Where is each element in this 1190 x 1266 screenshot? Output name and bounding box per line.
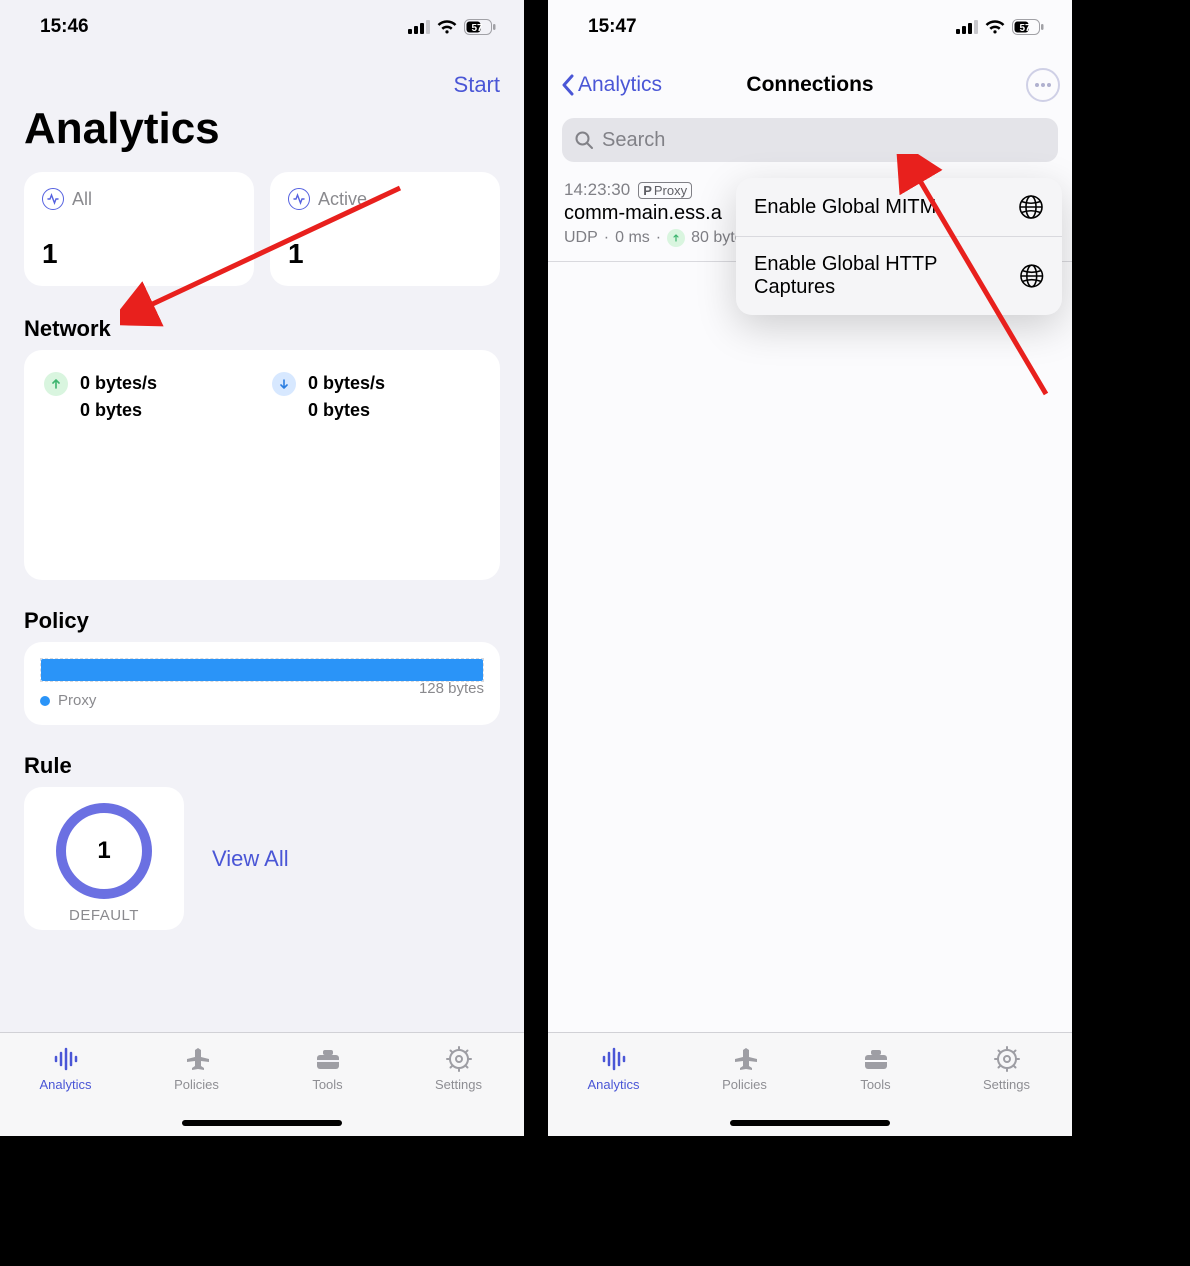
toolbox-icon — [860, 1043, 892, 1075]
tab-tools[interactable]: Tools — [262, 1043, 393, 1092]
cellular-icon — [956, 20, 978, 34]
back-button[interactable]: Analytics — [560, 73, 662, 97]
view-all-button[interactable]: View All — [212, 846, 289, 872]
upload-icon — [44, 372, 68, 396]
card-active-label: Active — [318, 189, 367, 210]
tab-settings[interactable]: Settings — [941, 1043, 1072, 1092]
rule-donut: 1 — [56, 803, 152, 899]
tab-policies[interactable]: Policies — [131, 1043, 262, 1092]
gear-icon — [991, 1043, 1023, 1075]
tab-bar: Analytics Policies Tools Settings — [0, 1032, 524, 1136]
globe-icon — [1018, 194, 1044, 220]
battery-icon: 57 — [464, 19, 496, 35]
rule-card-default[interactable]: 1 DEFAULT — [24, 787, 184, 930]
tab-tools[interactable]: Tools — [810, 1043, 941, 1092]
policy-bar — [41, 659, 483, 681]
wifi-icon — [436, 19, 458, 35]
card-all[interactable]: All 1 — [24, 172, 254, 286]
tab-settings[interactable]: Settings — [393, 1043, 524, 1092]
card-all-label: All — [72, 189, 92, 210]
section-policy-title: Policy — [0, 598, 524, 642]
wifi-icon — [984, 19, 1006, 35]
pulse-icon — [42, 188, 64, 210]
cellular-icon — [408, 20, 430, 34]
nav-bar: Analytics Connections — [548, 54, 1072, 112]
plane-icon — [729, 1043, 761, 1075]
policy-legend-label: Proxy — [58, 692, 96, 709]
search-placeholder: Search — [602, 129, 665, 152]
screen-connections: 15:47 57 Analytics Connections Search 14… — [548, 0, 1072, 1136]
page-title: Analytics — [0, 104, 524, 172]
nav-title: Connections — [746, 73, 873, 97]
network-download: 0 bytes/s 0 bytes — [308, 370, 385, 560]
analytics-icon — [50, 1043, 82, 1075]
svg-text:57: 57 — [1019, 23, 1031, 34]
tab-analytics[interactable]: Analytics — [0, 1043, 131, 1092]
download-icon — [272, 372, 296, 396]
status-time: 15:47 — [588, 16, 637, 38]
policy-card[interactable]: Proxy 128 bytes — [24, 642, 500, 725]
tab-policies[interactable]: Policies — [679, 1043, 810, 1092]
card-active[interactable]: Active 1 — [270, 172, 500, 286]
battery-icon: 57 — [1012, 19, 1044, 35]
home-indicator — [182, 1120, 342, 1126]
ellipsis-icon — [1034, 82, 1052, 88]
globe-icon — [1019, 263, 1045, 289]
search-input[interactable]: Search — [562, 118, 1058, 162]
network-card: 0 bytes/s 0 bytes 0 bytes/s 0 bytes — [24, 350, 500, 580]
menu-item-enable-http-captures[interactable]: Enable Global HTTP Captures — [736, 237, 1062, 315]
network-upload: 0 bytes/s 0 bytes — [80, 370, 157, 560]
status-icons: 57 — [408, 19, 496, 35]
svg-text:57: 57 — [471, 23, 483, 34]
section-network-title: Network — [0, 306, 524, 350]
search-icon — [574, 130, 594, 150]
plane-icon — [181, 1043, 213, 1075]
card-all-value: 1 — [42, 238, 236, 270]
pulse-icon — [288, 188, 310, 210]
tab-analytics[interactable]: Analytics — [548, 1043, 679, 1092]
chevron-left-icon — [560, 74, 576, 96]
start-button[interactable]: Start — [454, 72, 500, 97]
tab-bar: Analytics Policies Tools Settings — [548, 1032, 1072, 1136]
status-bar: 15:47 57 — [548, 0, 1072, 54]
conn-time: 14:23:30 — [564, 180, 630, 200]
screen-analytics: 15:46 57 Start Analytics All 1 Active — [0, 0, 524, 1136]
gear-icon — [443, 1043, 475, 1075]
up-mini-icon — [667, 229, 685, 247]
status-time: 15:46 — [40, 16, 89, 38]
home-indicator — [730, 1120, 890, 1126]
context-menu: Enable Global MITM Enable Global HTTP Ca… — [736, 178, 1062, 315]
proxy-badge: PProxy — [638, 182, 692, 199]
status-icons: 57 — [956, 19, 1044, 35]
nav-action-row: Start — [0, 54, 524, 104]
rule-label: DEFAULT — [69, 907, 139, 924]
status-bar: 15:46 57 — [0, 0, 524, 54]
more-button[interactable] — [1026, 68, 1060, 102]
toolbox-icon — [312, 1043, 344, 1075]
policy-bytes: 128 bytes — [419, 680, 484, 697]
section-rule-title: Rule — [0, 743, 524, 787]
analytics-icon — [598, 1043, 630, 1075]
card-active-value: 1 — [288, 238, 482, 270]
menu-item-enable-mitm[interactable]: Enable Global MITM — [736, 178, 1062, 237]
legend-dot-icon — [40, 696, 50, 706]
